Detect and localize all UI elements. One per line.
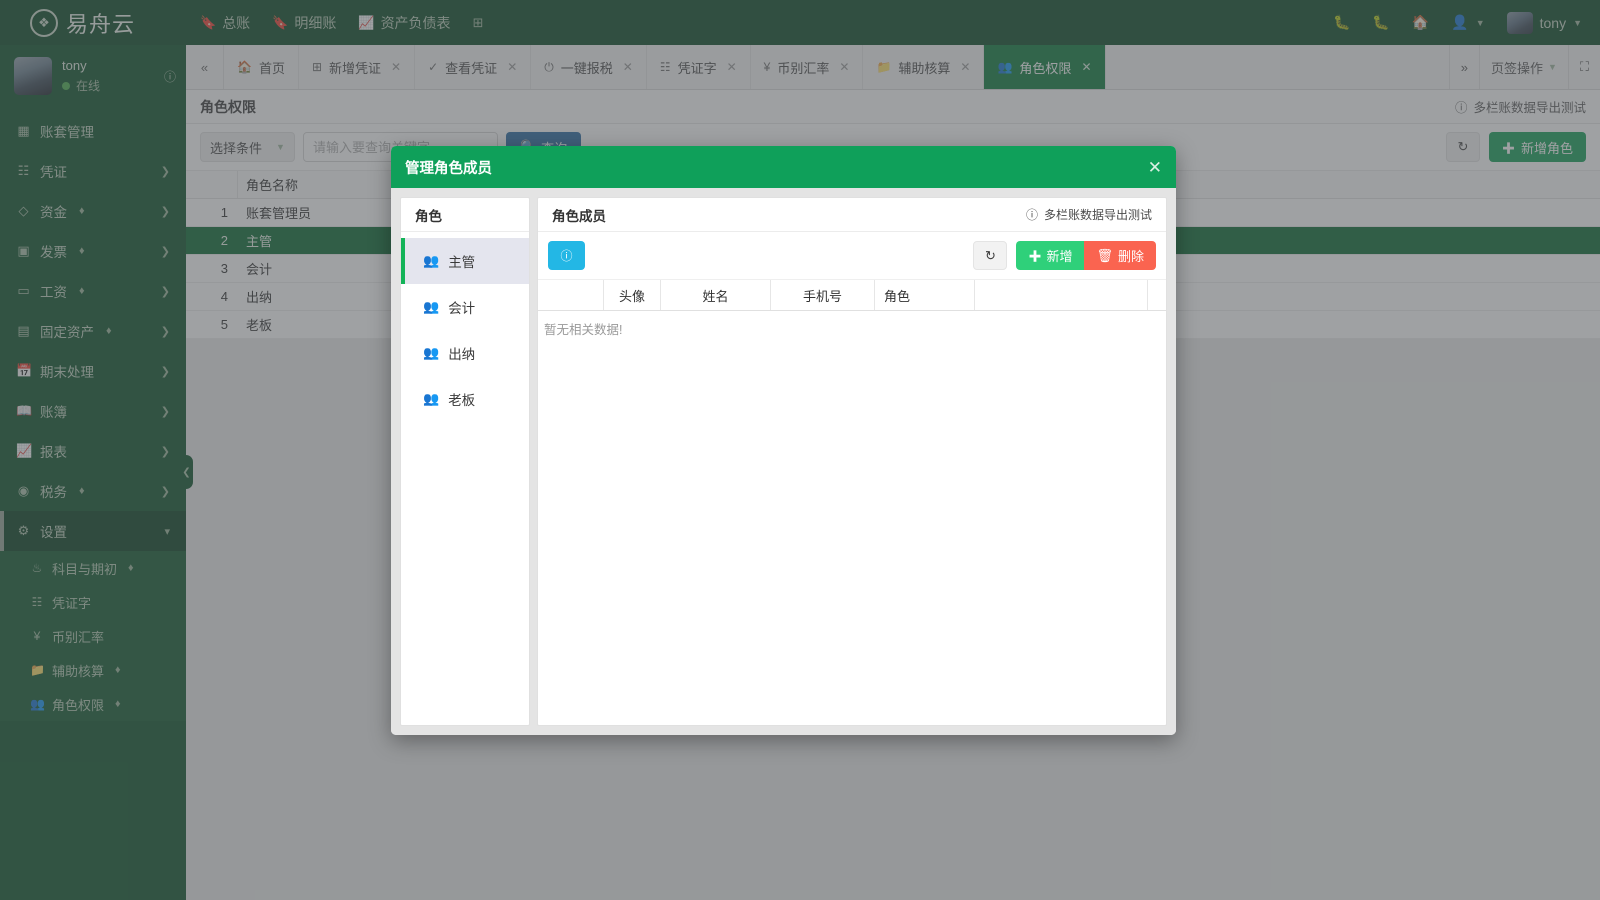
users-icon: 👥 bbox=[423, 391, 440, 406]
members-action-group: ✚ 新增 🗑 删除 bbox=[1016, 241, 1156, 270]
role-item-label: 会计 bbox=[448, 301, 476, 316]
info-icon: ⓘ bbox=[560, 249, 573, 263]
role-item-label: 老板 bbox=[448, 393, 476, 408]
members-panel-note-label: 多栏账数据导出测试 bbox=[1043, 208, 1152, 222]
members-col-role: 角色 bbox=[875, 280, 975, 310]
members-toolbar-right: ↻ ✚ 新增 🗑 删除 bbox=[973, 241, 1156, 270]
members-panel-title: 角色成员 bbox=[552, 208, 606, 224]
add-member-button-label: 新增 bbox=[1046, 249, 1073, 264]
list-item[interactable]: 👥 出纳 bbox=[401, 330, 529, 376]
delete-member-button-label: 删除 bbox=[1117, 249, 1144, 264]
roles-panel: 角色 👥 主管 👥 会计 👥 出纳 👥 老板 bbox=[400, 197, 530, 726]
members-empty-message: 暂无相关数据! bbox=[544, 323, 623, 337]
members-col-name: 姓名 bbox=[661, 280, 771, 310]
users-icon: 👥 bbox=[423, 345, 440, 360]
list-item[interactable]: 👥 会计 bbox=[401, 284, 529, 330]
members-refresh-button[interactable]: ↻ bbox=[973, 241, 1008, 270]
dialog-title: 管理角色成员 bbox=[405, 160, 492, 177]
manage-role-members-dialog: 管理角色成员 ✕ 角色 👥 主管 👥 会计 👥 出纳 👥 老板 角色成员 ⓘ 多… bbox=[391, 146, 1176, 735]
plus-icon: ✚ bbox=[1028, 249, 1042, 264]
members-col-phone: 手机号 bbox=[771, 280, 875, 310]
role-item-label: 出纳 bbox=[448, 347, 476, 362]
members-panel-note[interactable]: ⓘ 多栏账数据导出测试 bbox=[1026, 206, 1152, 223]
list-item[interactable]: 👥 老板 bbox=[401, 376, 529, 422]
list-item[interactable]: 👥 主管 bbox=[401, 238, 529, 284]
close-icon[interactable]: ✕ bbox=[1148, 159, 1162, 176]
members-panel: 角色成员 ⓘ 多栏账数据导出测试 ⓘ ↻ ✚ 新增 🗑 删除 头像 姓名 手机号… bbox=[537, 197, 1167, 726]
members-col-scroll bbox=[1148, 280, 1166, 310]
members-col-avatar: 头像 bbox=[604, 280, 661, 310]
delete-member-button[interactable]: 🗑 删除 bbox=[1084, 241, 1156, 270]
users-icon: 👥 bbox=[423, 253, 440, 268]
info-icon: ⓘ bbox=[1025, 208, 1038, 222]
role-item-label: 主管 bbox=[448, 255, 476, 270]
members-panel-title-bar: 角色成员 ⓘ 多栏账数据导出测试 bbox=[538, 198, 1166, 232]
refresh-icon: ↻ bbox=[984, 247, 996, 263]
members-col-select bbox=[538, 280, 604, 310]
members-info-button[interactable]: ⓘ bbox=[548, 241, 585, 270]
dialog-header: 管理角色成员 ✕ bbox=[391, 146, 1176, 188]
users-icon: 👥 bbox=[423, 299, 440, 314]
members-table-header: 头像 姓名 手机号 角色 bbox=[538, 280, 1166, 311]
roles-panel-title: 角色 bbox=[401, 198, 529, 232]
add-member-button[interactable]: ✚ 新增 bbox=[1016, 241, 1085, 270]
members-col-extra bbox=[975, 280, 1148, 310]
members-toolbar: ⓘ ↻ ✚ 新增 🗑 删除 bbox=[538, 232, 1166, 280]
dialog-body: 角色 👥 主管 👥 会计 👥 出纳 👥 老板 角色成员 ⓘ 多栏账数据导出测试 … bbox=[391, 188, 1176, 735]
trash-icon: 🗑 bbox=[1096, 247, 1113, 263]
role-list: 👥 主管 👥 会计 👥 出纳 👥 老板 bbox=[401, 232, 529, 422]
